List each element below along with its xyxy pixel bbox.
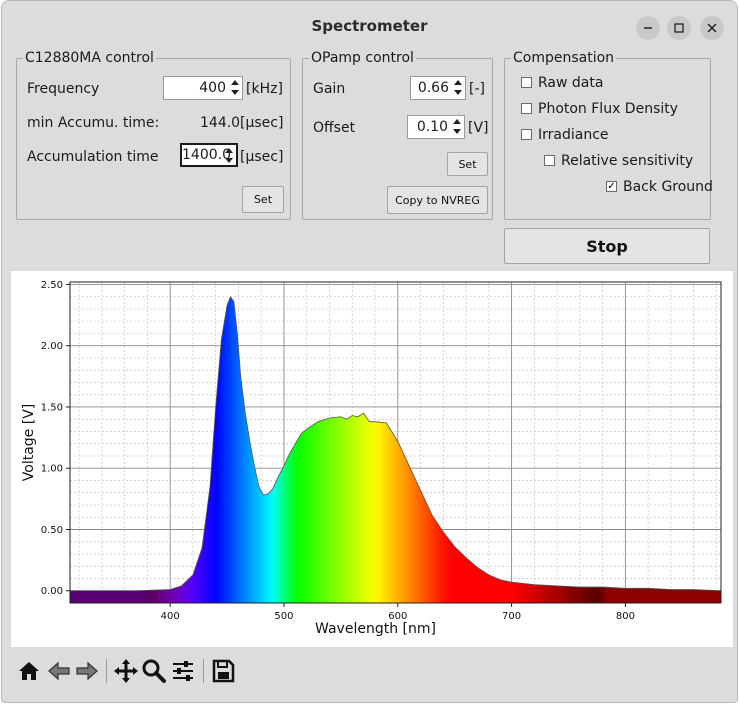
y-tick-label: 0.00 xyxy=(41,586,63,597)
relative-sensitivity-checkbox[interactable] xyxy=(544,155,555,166)
spectrum-plot-area[interactable]: 400 500 600 700 800 0.00 0.50 1.00 1.50 2.00 2.50 W… xyxy=(11,271,733,647)
back-ground-checkbox[interactable]: ✓ xyxy=(606,181,617,192)
opamp-set-button[interactable]: Set xyxy=(447,152,488,176)
chevron-down-icon[interactable] xyxy=(223,156,235,165)
spectrum-area xyxy=(70,296,721,603)
photon-flux-label: Photon Flux Density xyxy=(538,101,679,117)
back-icon[interactable] xyxy=(45,657,73,685)
c12880-group-title: C12880MA control xyxy=(23,49,156,67)
chevron-up-icon[interactable] xyxy=(229,78,241,88)
irradiance-label: Irradiance xyxy=(538,127,609,143)
pan-icon[interactable] xyxy=(112,657,140,685)
configure-icon[interactable] xyxy=(169,657,197,685)
offset-label: Offset xyxy=(313,120,356,136)
gain-label: Gain xyxy=(313,81,346,97)
gain-unit: [-] xyxy=(469,81,485,97)
gain-value: 0.66 xyxy=(417,80,449,96)
raw-data-label: Raw data xyxy=(538,75,604,91)
frequency-value: 400 xyxy=(199,80,226,96)
forward-icon[interactable] xyxy=(73,657,101,685)
min-accum-label: min Accumu. time: xyxy=(27,115,160,131)
frequency-unit: [kHz] xyxy=(246,81,283,97)
accumulation-unit: [μsec] xyxy=(240,149,284,165)
irradiance-checkbox[interactable] xyxy=(521,129,532,140)
home-icon[interactable] xyxy=(15,657,43,685)
y-tick-label: 1.50 xyxy=(41,402,63,413)
accumulation-spinbox[interactable]: 1400.0 xyxy=(180,143,238,167)
x-tick-label: 700 xyxy=(502,611,521,622)
spectrometer-window: Spectrometer C12880MA control Frequency … xyxy=(1,0,738,703)
chevron-up-icon[interactable] xyxy=(451,117,463,127)
c12880-set-button[interactable]: Set xyxy=(242,186,284,213)
zoom-icon[interactable] xyxy=(140,657,168,685)
y-tick-label: 2.00 xyxy=(41,341,63,352)
x-tick-label: 400 xyxy=(161,611,180,622)
chevron-down-icon[interactable] xyxy=(452,88,464,98)
gain-spinbox[interactable]: 0.66 xyxy=(410,76,466,100)
compensation-group-title: Compensation xyxy=(511,49,617,67)
frequency-label: Frequency xyxy=(27,81,100,97)
spectrum-chart[interactable]: 400 500 600 700 8000.000.501.001.502.002.50W… xyxy=(11,271,733,647)
window-title: Spectrometer xyxy=(311,17,428,35)
compensation-group: Compensation Raw data Photon Flux Densit… xyxy=(504,49,713,220)
frequency-spinbox[interactable]: 400 xyxy=(163,76,243,100)
accumulation-label: Accumulation time xyxy=(27,149,159,165)
raw-data-checkbox[interactable] xyxy=(521,77,532,88)
maximize-button[interactable] xyxy=(667,16,691,40)
maximize-icon xyxy=(674,23,684,33)
offset-spinbox[interactable]: 0.10 xyxy=(407,115,465,139)
chevron-down-icon[interactable] xyxy=(451,127,463,137)
close-button[interactable] xyxy=(700,16,724,40)
opamp-control-group: OPamp control Gain 0.66 [-] Offset 0.10 … xyxy=(302,49,493,220)
y-axis-label: Voltage [V] xyxy=(21,404,37,481)
title-bar: Spectrometer xyxy=(2,1,737,45)
plot-toolbar xyxy=(11,649,733,697)
toolbar-separator xyxy=(106,659,107,683)
back-ground-label: Back Ground xyxy=(623,179,713,195)
x-axis-label: Wavelength [nm] xyxy=(315,621,436,637)
close-icon xyxy=(707,23,717,33)
min-accum-unit: [μsec] xyxy=(240,115,284,131)
c12880-control-group: C12880MA control Frequency 400 [kHz] min… xyxy=(16,49,291,220)
toolbar-separator xyxy=(203,659,204,683)
minimize-icon xyxy=(644,27,652,29)
relative-sensitivity-label: Relative sensitivity xyxy=(561,153,694,169)
min-accum-value: 144.0 xyxy=(200,115,241,131)
chevron-up-icon[interactable] xyxy=(223,146,235,156)
chevron-down-icon[interactable] xyxy=(229,88,241,98)
minimize-button[interactable] xyxy=(636,16,660,40)
chevron-up-icon[interactable] xyxy=(452,78,464,88)
save-icon[interactable] xyxy=(209,657,237,685)
stop-button[interactable]: Stop xyxy=(504,228,710,264)
offset-value: 0.10 xyxy=(416,119,448,135)
photon-flux-checkbox[interactable] xyxy=(521,103,532,114)
copy-to-nvreg-button[interactable]: Copy to NVREG xyxy=(387,186,488,214)
y-tick-label: 1.00 xyxy=(41,464,63,475)
y-tick-label: 0.50 xyxy=(41,525,63,536)
opamp-group-title: OPamp control xyxy=(309,49,416,67)
x-tick-label: 500 xyxy=(274,611,293,622)
y-tick-label: 2.50 xyxy=(41,280,63,291)
x-tick-label: 800 xyxy=(616,611,635,622)
offset-unit: [V] xyxy=(468,120,489,136)
